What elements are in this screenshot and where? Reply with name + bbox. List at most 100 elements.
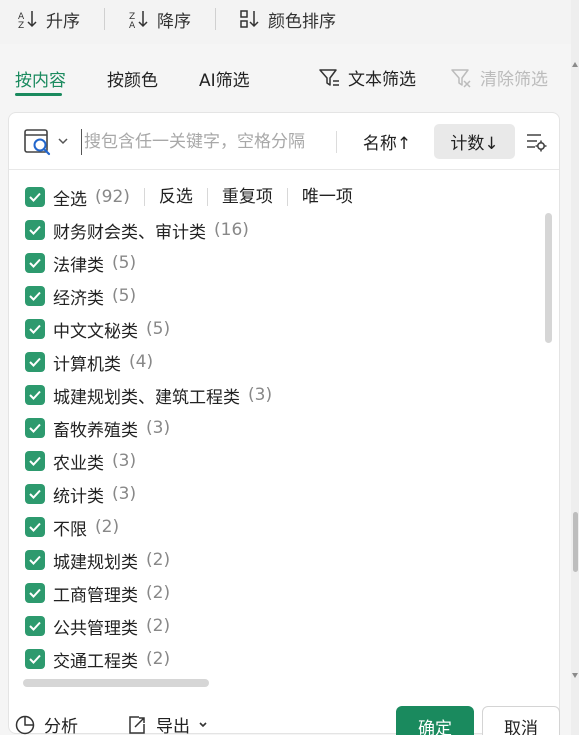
sort-descending-label: 降序 (157, 11, 191, 32)
checkmark-icon (29, 423, 41, 433)
select-all-label[interactable]: 全选 (53, 185, 87, 210)
checkmark-icon (29, 621, 41, 631)
outer-scrollbar[interactable] (571, 0, 579, 735)
sort-by-name-button[interactable]: 名称↑ (353, 124, 421, 159)
outer-scroll-thumb[interactable] (573, 512, 578, 572)
footer-bar: 分析 导出 确定 取消 (0, 700, 571, 735)
item-checkbox[interactable] (25, 451, 45, 471)
list-vertical-scrollbar[interactable] (545, 213, 552, 343)
item-checkbox[interactable] (25, 616, 45, 636)
scroll-down-icon[interactable] (572, 673, 578, 678)
checkmark-icon (29, 258, 41, 268)
checkmark-icon (29, 654, 41, 664)
list-item[interactable]: 城建规划类、建筑工程类 (3) (25, 384, 273, 408)
list-item[interactable]: 财务财会类、审计类 (16) (25, 219, 249, 243)
tab-by-content[interactable]: 按内容 (15, 66, 66, 91)
search-row: 名称↑ 计数↓ (9, 113, 559, 170)
select-all-count: (92) (95, 187, 130, 207)
tab-by-color[interactable]: 按颜色 (107, 66, 158, 91)
item-label: 农业类 (53, 453, 104, 474)
list-horizontal-scrollbar[interactable] (23, 679, 209, 687)
select-all-checkbox[interactable] (25, 187, 45, 207)
list-item[interactable]: 畜牧养殖类 (3) (25, 417, 170, 441)
search-scope-icon[interactable] (23, 127, 53, 157)
list-item[interactable]: 城建规划类 (2) (25, 549, 170, 573)
color-sort-button[interactable]: 颜色排序 (240, 7, 336, 32)
confirm-button[interactable]: 确定 (396, 706, 474, 735)
list-settings-icon[interactable] (525, 131, 547, 153)
list-item[interactable]: 统计类 (3) (25, 483, 137, 507)
analyze-label: 分析 (44, 717, 78, 735)
list-item[interactable]: 交通工程类 (2) (25, 648, 171, 672)
export-button[interactable]: 导出 (126, 712, 208, 735)
cancel-button[interactable]: 取消 (482, 706, 560, 735)
invert-selection-link[interactable]: 反选 (143, 188, 193, 206)
list-item[interactable]: 中文文秘类 (5) (25, 318, 170, 342)
item-checkbox[interactable] (25, 220, 45, 240)
scroll-up-icon[interactable] (572, 62, 578, 67)
item-label: 公共管理类 (53, 618, 138, 639)
item-label: 法律类 (53, 255, 104, 276)
checkmark-icon (29, 357, 41, 367)
duplicates-link[interactable]: 重复项 (206, 188, 273, 206)
item-count: (3) (112, 484, 137, 504)
list-item[interactable]: 经济类 (5) (25, 285, 137, 309)
item-checkbox[interactable] (25, 352, 45, 372)
item-label: 城建规划类、建筑工程类 (53, 387, 240, 408)
sort-descending-button[interactable]: ZA 降序 (129, 7, 191, 32)
svg-text:Z: Z (18, 21, 24, 29)
item-checkbox[interactable] (25, 550, 45, 570)
unique-link[interactable]: 唯一项 (286, 188, 353, 206)
select-all-row: 全选 (92) 反选 重复项 唯一项 (25, 185, 353, 210)
item-count: (2) (146, 583, 171, 603)
list-item[interactable]: 计算机类 (4) (25, 351, 154, 375)
svg-text:A: A (129, 21, 136, 29)
item-checkbox[interactable] (25, 286, 45, 306)
checkmark-icon (29, 555, 41, 565)
search-input[interactable] (81, 129, 321, 155)
sort-ascending-button[interactable]: AZ 升序 (18, 7, 80, 32)
item-checkbox[interactable] (25, 649, 45, 669)
item-label: 财务财会类、审计类 (53, 222, 206, 243)
sort-ascending-label: 升序 (46, 11, 80, 32)
item-checkbox[interactable] (25, 583, 45, 603)
item-label: 工商管理类 (53, 585, 138, 606)
checkmark-icon (29, 390, 41, 400)
list-item[interactable]: 法律类 (5) (25, 252, 136, 276)
chevron-down-icon[interactable] (57, 135, 69, 147)
active-tab-indicator (15, 93, 62, 96)
filter-icon (319, 68, 339, 86)
divider (104, 8, 105, 30)
item-checkbox[interactable] (25, 517, 45, 537)
item-count: (2) (146, 616, 171, 636)
item-checkbox[interactable] (25, 385, 45, 405)
item-count: (2) (146, 649, 171, 669)
item-label: 中文文秘类 (53, 321, 138, 342)
analyze-button[interactable]: 分析 (14, 712, 78, 735)
chevron-down-icon (199, 721, 207, 727)
item-label: 交通工程类 (53, 651, 138, 672)
filter-panel: 按内容 按颜色 AI筛选 文本筛选 清除筛选 名称↑ 计数↓ (0, 44, 571, 735)
tab-ai-filter[interactable]: AI筛选 (199, 66, 250, 91)
item-checkbox[interactable] (25, 418, 45, 438)
list-item[interactable]: 工商管理类 (2) (25, 582, 171, 606)
color-sort-icon (240, 10, 259, 28)
list-item[interactable]: 农业类 (3) (25, 450, 136, 474)
item-checkbox[interactable] (25, 253, 45, 273)
item-count: (3) (248, 385, 273, 405)
item-count: (5) (112, 286, 137, 306)
item-count: (4) (129, 352, 154, 372)
item-checkbox[interactable] (25, 484, 45, 504)
list-item[interactable]: 不限 (2) (25, 516, 119, 540)
sort-by-count-button[interactable]: 计数↓ (434, 124, 515, 159)
clear-filter-button[interactable]: 清除筛选 (450, 65, 548, 90)
list-item[interactable]: 公共管理类 (2) (25, 615, 171, 639)
sort-toolbar: AZ 升序 ZA 降序 颜色排序 (0, 0, 579, 38)
item-label: 计算机类 (53, 354, 121, 375)
item-checkbox[interactable] (25, 319, 45, 339)
value-list: 全选 (92) 反选 重复项 唯一项 财务财会类、审计类 (16) 法律类 (5) 经济… (9, 171, 559, 733)
checkmark-icon (29, 588, 41, 598)
text-filter-button[interactable]: 文本筛选 (318, 65, 416, 90)
checkmark-icon (29, 192, 41, 202)
item-count: (16) (214, 220, 249, 240)
